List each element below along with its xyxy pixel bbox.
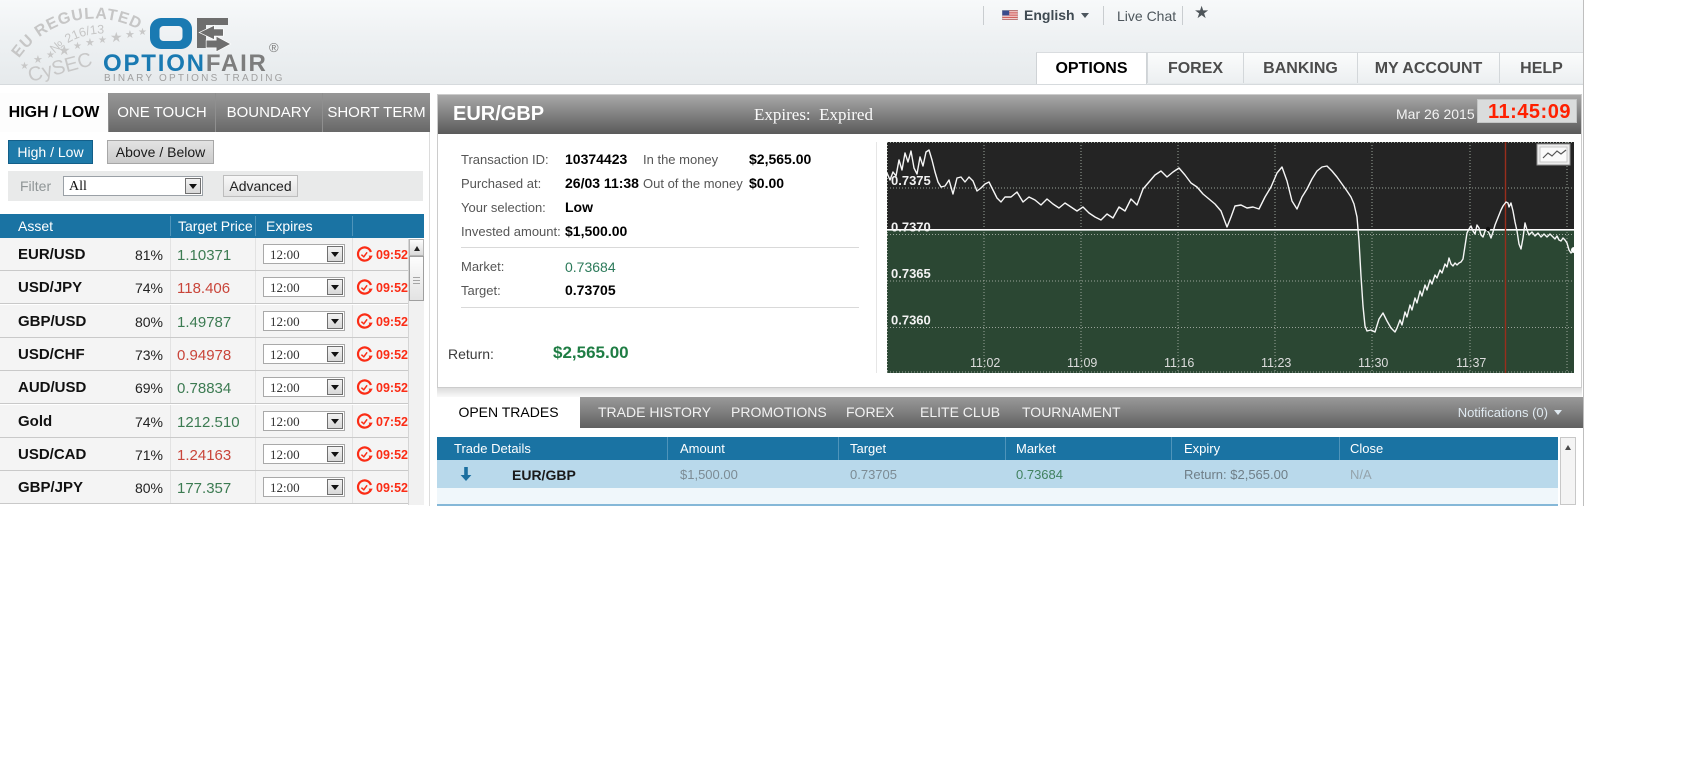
svg-text:★: ★ (73, 41, 82, 52)
svg-text:11:02: 11:02 (970, 356, 1000, 370)
svg-text:★: ★ (98, 35, 107, 46)
svg-text:11:30: 11:30 (1358, 356, 1388, 370)
svg-text:11:16: 11:16 (1164, 356, 1194, 370)
svg-text:0.7360: 0.7360 (891, 313, 931, 328)
svg-text:0.7375: 0.7375 (891, 173, 931, 188)
svg-text:★: ★ (125, 29, 135, 41)
svg-text:★: ★ (110, 29, 123, 45)
svg-text:★: ★ (138, 27, 147, 38)
svg-text:★: ★ (20, 61, 29, 72)
svg-text:11:09: 11:09 (1067, 356, 1097, 370)
svg-text:®: ® (269, 40, 279, 55)
svg-text:★: ★ (58, 42, 71, 58)
svg-text:11:37: 11:37 (1456, 356, 1486, 370)
svg-text:0.7370: 0.7370 (891, 220, 931, 235)
svg-text:★: ★ (85, 37, 95, 49)
svg-text:★: ★ (33, 54, 43, 66)
svg-text:BINARY OPTIONS TRADING: BINARY OPTIONS TRADING (104, 73, 285, 84)
svg-text:0.7365: 0.7365 (891, 266, 931, 281)
svg-text:★: ★ (46, 50, 55, 61)
svg-text:11:23: 11:23 (1261, 356, 1291, 370)
